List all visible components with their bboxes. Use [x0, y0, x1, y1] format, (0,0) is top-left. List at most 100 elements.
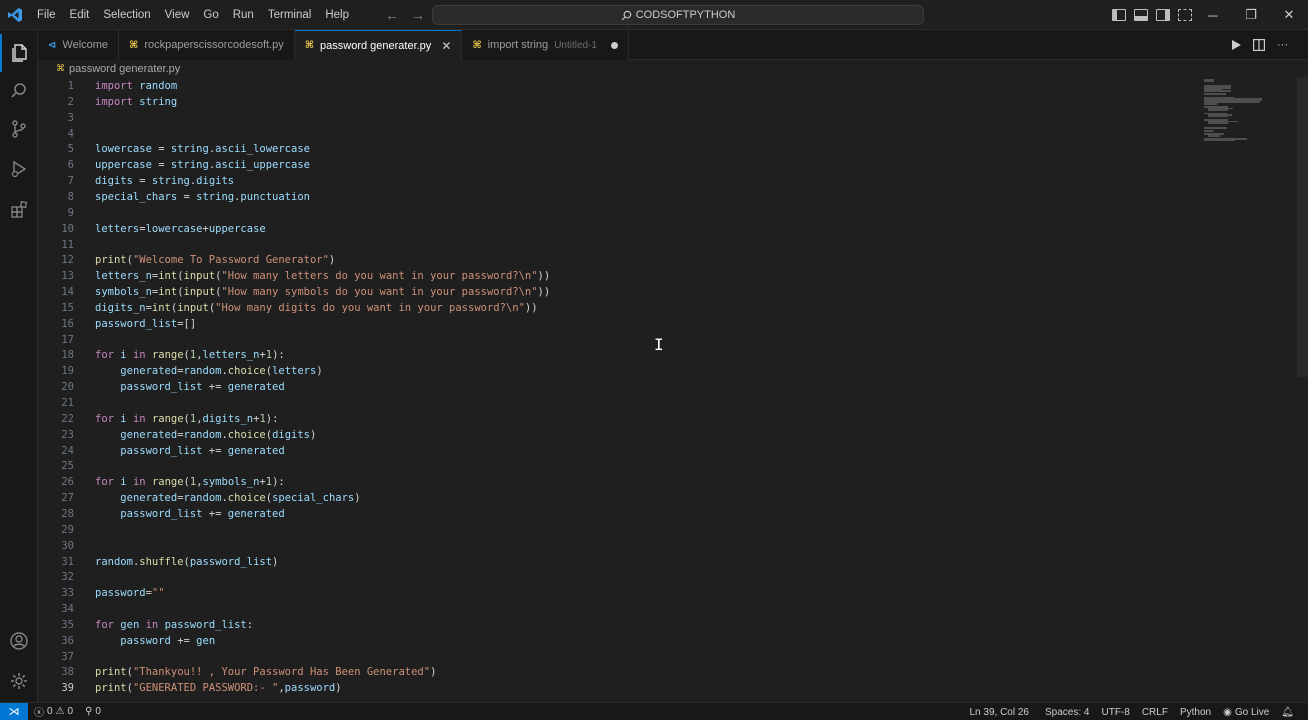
code-editor[interactable]: 1 import random 2 import string 3 4 5 lowercase… [38, 77, 1198, 702]
tab-import-string[interactable]: ⌘ import string Untitled-1 [462, 30, 629, 60]
code-line[interactable]: 39 print("GENERATED PASSWORD:- ",password… [38, 680, 1198, 696]
code-line[interactable]: 8 special_chars = string.punctuation [38, 189, 1198, 205]
line-number: 9 [67, 206, 74, 219]
menu-file[interactable]: File [30, 0, 63, 30]
line-number: 10 [61, 222, 74, 235]
minimap-line [1204, 103, 1217, 105]
code-line[interactable]: 33 password="" [38, 585, 1198, 601]
code-text: print("GENERATED PASSWORD:- ",password) [95, 682, 342, 695]
tab-rockpaperscissor[interactable]: ⌘ rockpaperscissorcodesoft.py [119, 30, 295, 60]
indentation[interactable]: Spaces: 4 [1039, 707, 1095, 718]
code-line[interactable]: 23 generated=random.choice(digits) [38, 427, 1198, 443]
problems-indicator[interactable]: ⓧ 0 ⚠ 0 [28, 704, 79, 719]
code-line[interactable]: 18 for i in range(1,letters_n+1): [38, 347, 1198, 363]
restore-icon[interactable]: ❐ [1232, 0, 1270, 30]
code-line[interactable]: 17 [38, 332, 1198, 348]
code-line[interactable]: 27 generated=random.choice(special_chars… [38, 490, 1198, 506]
code-line[interactable]: 35 for gen in password_list: [38, 617, 1198, 633]
code-line[interactable]: 36 password += gen [38, 633, 1198, 649]
minimap-line [1204, 90, 1232, 92]
code-line[interactable]: 10 letters=lowercase+uppercase [38, 221, 1198, 237]
split-editor-icon[interactable] [1253, 39, 1265, 51]
customize-layout-icon[interactable] [1178, 9, 1192, 21]
run-python-file-icon[interactable] [1231, 40, 1241, 50]
code-line[interactable]: 7 digits = string.digits [38, 173, 1198, 189]
code-text: uppercase = string.ascii_uppercase [95, 159, 310, 172]
code-line[interactable]: 9 [38, 205, 1198, 221]
code-line[interactable]: 2 import string [38, 94, 1198, 110]
code-line[interactable]: 11 [38, 237, 1198, 253]
explorer-icon[interactable] [0, 34, 38, 72]
code-line[interactable]: 5 lowercase = string.ascii_lowercase [38, 141, 1198, 157]
menu-help[interactable]: Help [318, 0, 356, 30]
toggle-panel-icon[interactable] [1134, 9, 1148, 21]
search-icon[interactable] [0, 72, 38, 110]
toggle-primary-sidebar-icon[interactable] [1112, 9, 1126, 21]
close-window-icon[interactable]: ✕ [1270, 0, 1308, 30]
minimap-line [1207, 115, 1229, 118]
extensions-icon[interactable] [0, 190, 38, 228]
line-number: 30 [61, 539, 74, 552]
toggle-secondary-sidebar-icon[interactable] [1156, 9, 1170, 21]
code-line[interactable]: 12 print("Welcome To Password Generator") [38, 252, 1198, 268]
code-line[interactable]: 14 symbols_n=int(input("How many symbols … [38, 284, 1198, 300]
accounts-icon[interactable] [0, 622, 38, 660]
notifications-bell-icon[interactable]: 🔔︎ [1275, 707, 1300, 718]
code-line[interactable]: 34 [38, 601, 1198, 617]
code-line[interactable]: 28 password_list += generated [38, 506, 1198, 522]
tab-password-generater[interactable]: ⌘ password generater.py ✕ [294, 30, 463, 60]
code-line[interactable]: 21 [38, 395, 1198, 411]
code-line[interactable]: 15 digits_n=int(input("How many digits do… [38, 300, 1198, 316]
language-mode[interactable]: Python [1174, 707, 1217, 718]
remote-indicator-icon[interactable]: ⋊ [0, 702, 28, 720]
source-control-icon[interactable] [0, 110, 38, 148]
menu-bar: File Edit Selection View Go Run Terminal… [30, 0, 356, 30]
breadcrumb-file[interactable]: password generater.py [69, 63, 180, 75]
run-and-debug-icon[interactable] [0, 150, 38, 188]
menu-view[interactable]: View [158, 0, 197, 30]
settings-gear-icon[interactable] [0, 662, 38, 700]
more-actions-icon[interactable]: ··· [1277, 39, 1288, 51]
end-of-line[interactable]: CRLF [1136, 707, 1174, 718]
code-line[interactable]: 13 letters_n=int(input("How many letters … [38, 268, 1198, 284]
code-line[interactable]: 4 [38, 126, 1198, 142]
code-line[interactable]: 24 password_list += generated [38, 443, 1198, 459]
minimap[interactable] [1198, 77, 1298, 702]
menu-terminal[interactable]: Terminal [261, 0, 318, 30]
command-center-search[interactable]: CODSOFTPYTHON [432, 5, 924, 25]
menu-go[interactable]: Go [196, 0, 225, 30]
unsaved-dot-icon[interactable] [611, 41, 618, 49]
warning-count: 0 [67, 706, 74, 717]
code-line[interactable]: 30 [38, 538, 1198, 554]
menu-edit[interactable]: Edit [63, 0, 97, 30]
code-line[interactable]: 26 for i in range(1,symbols_n+1): [38, 474, 1198, 490]
code-line[interactable]: 37 [38, 649, 1198, 665]
menu-selection[interactable]: Selection [96, 0, 157, 30]
ports-indicator[interactable]: ⚲ 0 [79, 706, 107, 717]
code-line[interactable]: 31 random.shuffle(password_list) [38, 554, 1198, 570]
menu-run[interactable]: Run [226, 0, 261, 30]
code-line[interactable]: 22 for i in range(1,digits_n+1): [38, 411, 1198, 427]
close-tab-icon[interactable]: ✕ [441, 39, 451, 53]
tab-welcome[interactable]: ⊲ Welcome [38, 30, 120, 60]
code-line[interactable]: 19 generated=random.choice(letters) [38, 363, 1198, 379]
minimize-icon[interactable]: ─ [1194, 0, 1232, 30]
python-file-icon: ⌘ [56, 63, 65, 73]
code-line[interactable]: 32 [38, 569, 1198, 585]
code-line[interactable]: 29 [38, 522, 1198, 538]
code-line[interactable]: 20 password_list += generated [38, 379, 1198, 395]
vertical-scrollbar[interactable] [1297, 77, 1308, 377]
code-line[interactable]: 25 [38, 458, 1198, 474]
encoding[interactable]: UTF-8 [1095, 707, 1135, 718]
code-line[interactable]: 3 [38, 110, 1198, 126]
code-line[interactable]: 1 import random [38, 78, 1198, 94]
forward-arrow-icon[interactable]: → [411, 7, 425, 23]
code-text: random.shuffle(password_list) [95, 555, 279, 568]
code-line[interactable]: 6 uppercase = string.ascii_uppercase [38, 157, 1198, 173]
code-line[interactable]: 38 print("Thankyou!! , Your Password Has … [38, 664, 1198, 680]
error-icon: ⓧ [34, 708, 44, 719]
back-arrow-icon[interactable]: ← [385, 7, 399, 23]
go-live-button[interactable]: ◉ Go Live [1217, 707, 1275, 718]
cursor-position[interactable]: Ln 39, Col 26 [964, 707, 1036, 718]
code-line[interactable]: 16 password_list=[] [38, 316, 1198, 332]
